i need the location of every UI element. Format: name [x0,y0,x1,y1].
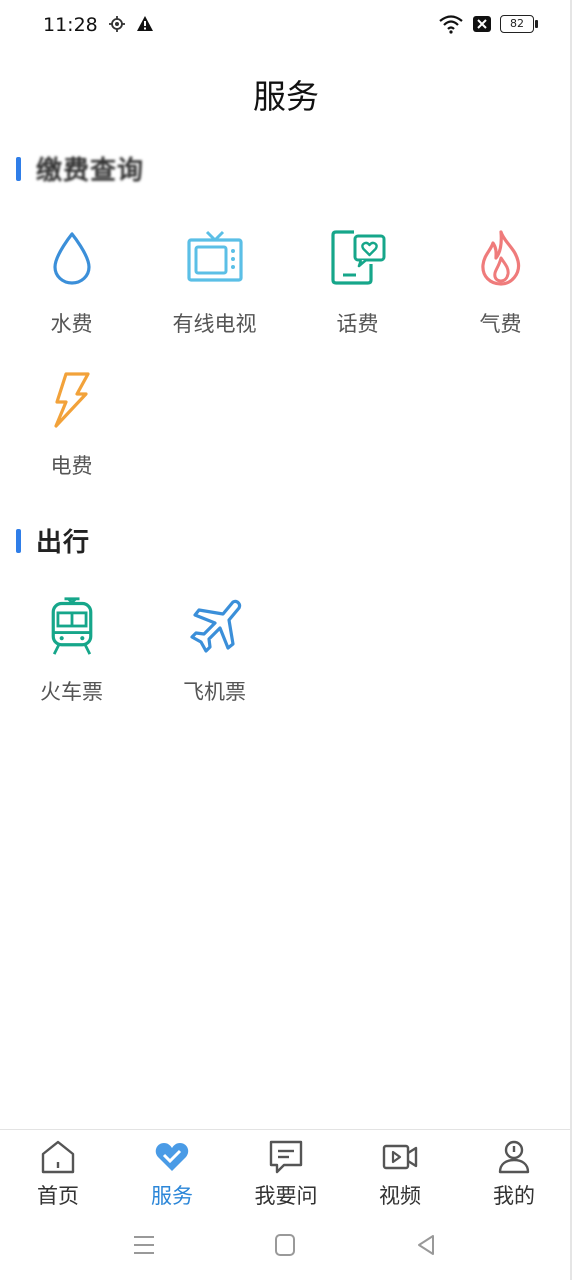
phone-bill-icon [330,230,385,285]
section-title: 出行 [36,528,91,558]
tab-home[interactable]: 首页 [1,1138,115,1210]
status-bar: 11:28 82 [0,0,572,50]
service-item-phone-bill[interactable]: 话费 [286,228,429,338]
service-label: 气费 [479,312,522,336]
status-time: 11:28 [43,14,98,36]
flame-icon [480,230,520,286]
tab-video[interactable]: 视频 [343,1138,457,1210]
warning-icon [137,16,153,31]
section-accent-bar [16,528,21,553]
tab-label: 服务 [151,1184,193,1208]
system-nav-bar [0,1230,572,1260]
home-square-icon[interactable] [270,1230,300,1260]
tab-services[interactable]: 服务 [115,1138,229,1210]
airplane-icon [189,599,241,653]
video-icon [382,1144,418,1170]
service-label: 飞机票 [183,680,246,704]
tv-icon [186,230,243,282]
menu-icon[interactable] [129,1230,159,1260]
service-label: 火车票 [40,680,103,704]
tab-ask[interactable]: 我要问 [229,1138,343,1210]
service-item-flight-ticket[interactable]: 飞机票 [143,596,286,706]
chat-icon [269,1140,303,1174]
section-title: 缴费查询 [36,156,145,186]
heart-icon [155,1143,189,1171]
tab-label: 首页 [37,1184,79,1208]
service-item-water[interactable]: 水费 [0,228,143,338]
service-label: 话费 [336,312,379,336]
service-label: 电费 [50,454,93,478]
service-label: 水费 [50,312,93,336]
service-label: 有线电视 [172,312,257,336]
service-item-gas[interactable]: 气费 [429,228,572,338]
tab-profile[interactable]: 我的 [457,1138,571,1210]
battery-indicator: 82 [500,15,538,33]
wifi-icon [439,15,463,34]
tab-label: 我要问 [254,1184,318,1208]
section-header-travel: 出行 [16,522,90,559]
profile-icon [498,1140,530,1174]
location-icon [109,16,125,32]
page-title: 服务 [253,77,319,116]
water-drop-icon [52,232,91,285]
home-icon [41,1140,75,1174]
service-item-electricity[interactable]: 电费 [0,370,143,480]
tab-label: 我的 [493,1184,535,1208]
tab-label: 视频 [379,1184,421,1208]
service-item-cable-tv[interactable]: 有线电视 [143,228,286,338]
section-accent-bar [16,156,21,181]
lightning-icon [53,372,90,428]
section-header-payment: 缴费查询 [16,150,144,187]
back-triangle-icon[interactable] [411,1230,441,1260]
sim-disabled-icon [473,16,491,32]
train-icon [51,597,92,655]
service-item-train-ticket[interactable]: 火车票 [0,596,143,706]
